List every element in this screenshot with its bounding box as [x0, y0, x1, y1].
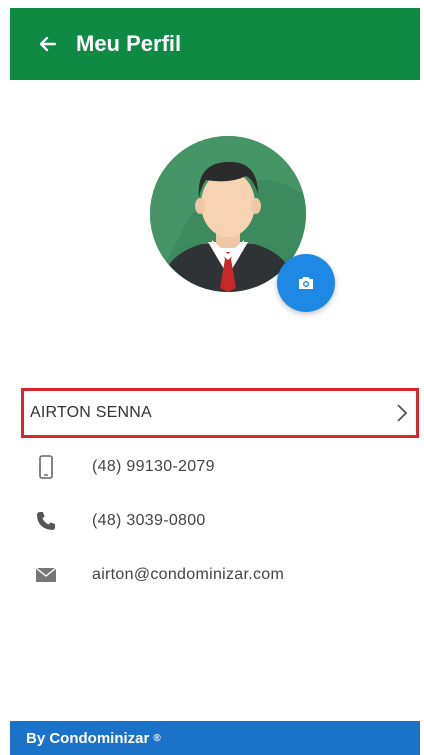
contact-phone: (48) 3039-0800	[92, 512, 206, 529]
contact-row-phone: (48) 3039-0800	[30, 506, 420, 536]
page-title: Meu Perfil	[76, 31, 182, 56]
back-button[interactable]	[22, 8, 74, 80]
chevron-right-icon	[397, 404, 408, 422]
footer-text: By Condominizar	[26, 729, 150, 747]
avatar-container	[150, 136, 335, 312]
contact-email: airton@condominizar.com	[92, 566, 285, 583]
contact-mobile: (48) 99130-2079	[92, 458, 215, 475]
contact-row-email: airton@condominizar.com	[30, 560, 420, 590]
profile-name: AIRTON SENNA	[30, 404, 152, 421]
envelope-icon	[36, 568, 56, 582]
camera-icon	[299, 277, 313, 289]
arrow-left-icon	[39, 36, 57, 52]
profile-name-row[interactable]: AIRTON SENNA	[21, 388, 419, 438]
footer-brand: By Condominizar ®	[10, 721, 420, 755]
phone-icon	[37, 512, 55, 530]
registered-mark: ®	[153, 732, 161, 744]
mobile-phone-icon	[39, 455, 53, 479]
change-photo-button[interactable]	[277, 254, 335, 312]
app-screen: Meu Perfil AIRTON SENNA (48) 99130-2079 …	[10, 8, 420, 755]
contact-row-mobile: (48) 99130-2079	[30, 452, 420, 482]
app-bar: Meu Perfil	[10, 8, 420, 80]
